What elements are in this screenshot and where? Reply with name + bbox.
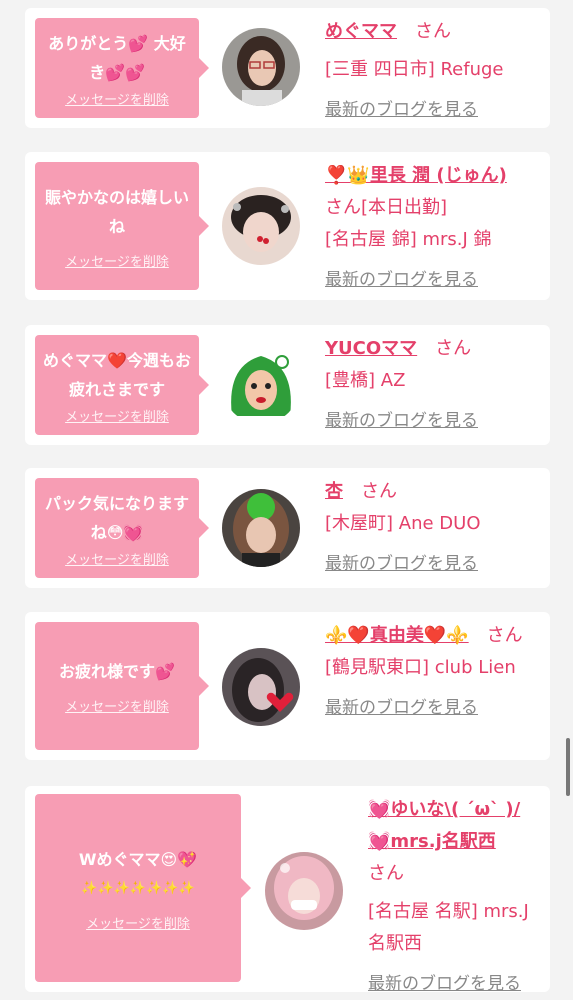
message-bubble: パック気になりますね😳💓 メッセージを削除 bbox=[35, 478, 209, 578]
shop-info: [豊橋] AZ bbox=[325, 370, 406, 391]
latest-blog-link[interactable]: 最新のブログを見る bbox=[368, 968, 538, 1000]
user-info: 💓ゆいな\( ´ω` )/💓mrs.j名駅西 さん [名古屋 名駅] mrs.J… bbox=[368, 794, 538, 1000]
message-text: めぐママ❤️今週もお疲れさまです bbox=[43, 350, 191, 399]
latest-blog-link[interactable]: 最新のブログを見る bbox=[325, 405, 540, 437]
message-bubble: Wめぐママ😍💖 ✨✨✨✨✨✨✨ メッセージを削除 bbox=[35, 794, 251, 982]
avatar[interactable] bbox=[265, 852, 343, 930]
delete-message-link[interactable]: メッセージを削除 bbox=[65, 549, 169, 568]
shop-info: [鶴見駅東口] club Lien bbox=[325, 657, 516, 678]
latest-blog-link[interactable]: 最新のブログを見る bbox=[325, 264, 535, 296]
user-info: ⚜️❤️真由美❤️⚜️ さん [鶴見駅東口] club Lien 最新のブログを… bbox=[325, 620, 535, 724]
user-info: めぐママ さん [三重 四日市] Refuge 最新のブログを見る bbox=[325, 16, 540, 126]
message-text: パック気になりますね😳💓 bbox=[44, 493, 189, 542]
latest-blog-link[interactable]: 最新のブログを見る bbox=[325, 548, 540, 580]
delete-message-link[interactable]: メッセージを削除 bbox=[65, 696, 169, 715]
message-text: ありがとう💕 大好き💕💕 bbox=[48, 33, 186, 82]
user-info: ❣️👑里長 潤 (じゅん) さん[本日出勤] [名古屋 錦] mrs.J 錦 最… bbox=[325, 160, 535, 296]
message-bubble: ありがとう💕 大好き💕💕 メッセージを削除 bbox=[35, 18, 209, 118]
message-text: Wめぐママ😍💖 bbox=[78, 849, 198, 869]
avatar[interactable] bbox=[222, 346, 300, 424]
avatar[interactable] bbox=[222, 187, 300, 265]
shop-info: [名古屋 名駅] mrs.J 名駅西 bbox=[368, 901, 529, 954]
user-name-link[interactable]: めぐママ bbox=[325, 21, 397, 42]
message-card: パック気になりますね😳💓 メッセージを削除 杏 さん [木屋町] Ane DUO… bbox=[25, 468, 550, 588]
user-name-link[interactable]: YUCOママ bbox=[325, 338, 417, 359]
message-bubble: めぐママ❤️今週もお疲れさまです メッセージを削除 bbox=[35, 335, 209, 435]
user-name-link[interactable]: ⚜️❤️真由美❤️⚜️ bbox=[325, 625, 469, 646]
shop-info: [三重 四日市] Refuge bbox=[325, 59, 504, 80]
shop-info: [名古屋 錦] mrs.J 錦 bbox=[325, 229, 492, 250]
delete-message-link[interactable]: メッセージを削除 bbox=[65, 251, 169, 270]
honorific: さん bbox=[368, 863, 404, 884]
message-card: ありがとう💕 大好き💕💕 メッセージを削除 めぐママ さん [三重 四日市] R… bbox=[25, 8, 550, 128]
user-name-link[interactable]: 杏 bbox=[325, 481, 343, 502]
user-info: YUCOママ さん [豊橋] AZ 最新のブログを見る bbox=[325, 333, 540, 437]
message-card: Wめぐママ😍💖 ✨✨✨✨✨✨✨ メッセージを削除 💓ゆいな\( ´ω` )/💓m… bbox=[25, 786, 550, 994]
shop-info: [木屋町] Ane DUO bbox=[325, 513, 481, 534]
user-info: 杏 さん [木屋町] Ane DUO 最新のブログを見る bbox=[325, 476, 540, 580]
honorific: さん bbox=[361, 481, 397, 502]
message-bubble: 賑やかなのは嬉しいね メッセージを削除 bbox=[35, 162, 209, 290]
message-text-line2: ✨✨✨✨✨✨✨ bbox=[81, 880, 195, 896]
honorific: さん[本日出勤] bbox=[325, 197, 448, 218]
delete-message-link[interactable]: メッセージを削除 bbox=[65, 406, 169, 425]
delete-message-link[interactable]: メッセージを削除 bbox=[86, 913, 190, 932]
message-text: お疲れ様です💕 bbox=[59, 662, 175, 681]
message-card: めぐママ❤️今週もお疲れさまです メッセージを削除 YUCOママ さん [豊橋]… bbox=[25, 325, 550, 445]
honorific: さん bbox=[415, 21, 451, 42]
latest-blog-link[interactable]: 最新のブログを見る bbox=[325, 94, 540, 126]
honorific: さん bbox=[435, 338, 472, 359]
user-name-link[interactable]: ❣️👑里長 潤 (じゅん) bbox=[325, 165, 507, 186]
message-bubble: お疲れ様です💕 メッセージを削除 bbox=[35, 622, 209, 750]
avatar[interactable] bbox=[222, 648, 300, 726]
message-text: 賑やかなのは嬉しいね bbox=[44, 187, 189, 236]
user-name-link[interactable]: 💓ゆいな\( ´ω` )/💓mrs.j名駅西 bbox=[368, 799, 520, 852]
latest-blog-link[interactable]: 最新のブログを見る bbox=[325, 692, 535, 724]
delete-message-link[interactable]: メッセージを削除 bbox=[65, 89, 169, 108]
avatar[interactable] bbox=[222, 28, 300, 106]
honorific: さん bbox=[486, 625, 523, 646]
avatar[interactable] bbox=[222, 489, 300, 567]
message-card: 賑やかなのは嬉しいね メッセージを削除 ❣️👑里長 潤 (じゅん) さん[本日出… bbox=[25, 152, 550, 300]
scrollbar[interactable] bbox=[566, 738, 570, 796]
message-card: お疲れ様です💕 メッセージを削除 ⚜️❤️真由美❤️⚜️ さん [鶴見駅東口] … bbox=[25, 612, 550, 760]
